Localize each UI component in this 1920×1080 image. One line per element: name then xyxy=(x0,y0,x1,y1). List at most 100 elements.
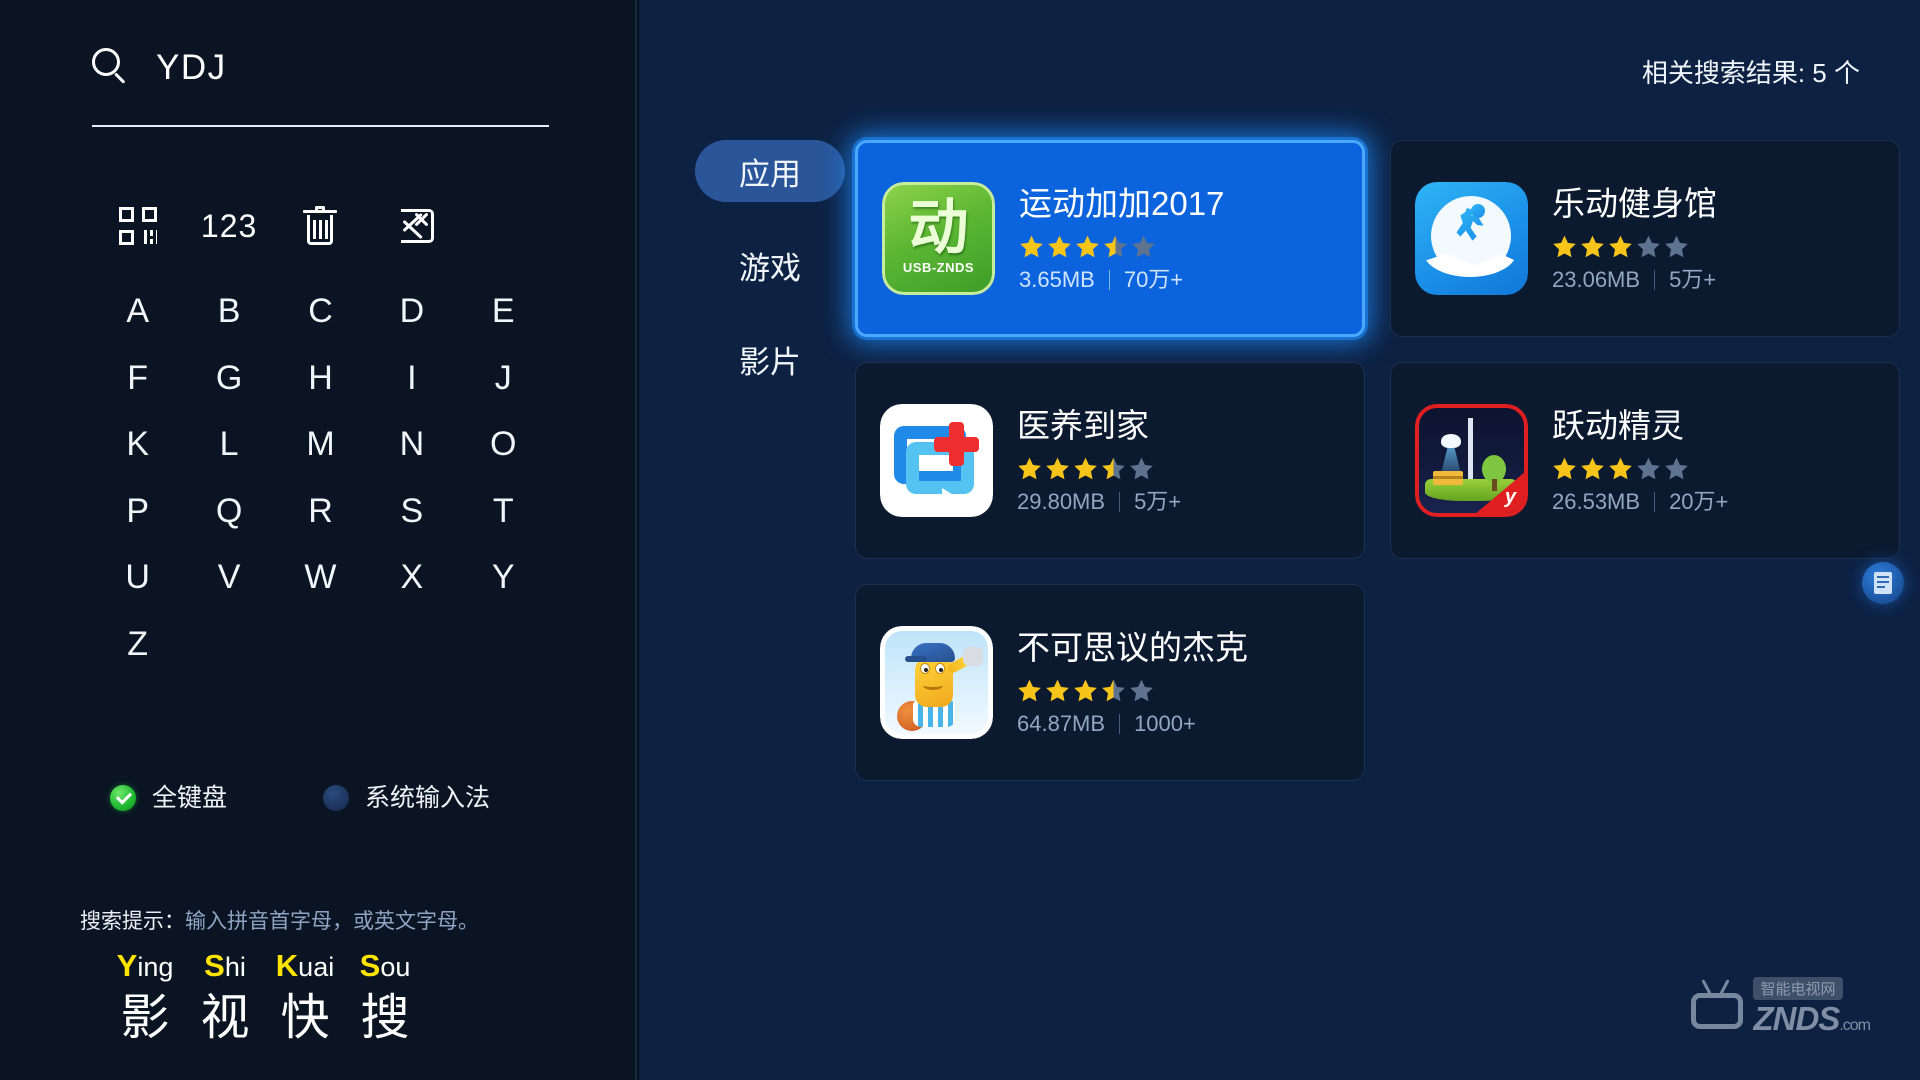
qr-keyboard-button[interactable] xyxy=(92,198,183,254)
key-b[interactable]: B xyxy=(183,278,274,345)
app-rating-stars xyxy=(1017,456,1340,481)
key-f[interactable]: F xyxy=(92,345,183,412)
search-hint-label: 搜索提示： xyxy=(80,910,185,933)
star-empty xyxy=(1664,234,1689,259)
key-q[interactable]: Q xyxy=(183,478,274,545)
key-a[interactable]: A xyxy=(92,278,183,345)
input-mode-full-keyboard[interactable]: 全键盘 xyxy=(110,785,227,811)
radio-selected-icon xyxy=(110,785,136,811)
key-j[interactable]: J xyxy=(458,345,549,412)
backspace-button[interactable] xyxy=(366,198,457,254)
brand-pinyin-rest: uai xyxy=(298,952,335,982)
key-z[interactable]: Z xyxy=(92,611,183,678)
app-card[interactable]: 乐动健身馆 23.06MB 5万+ xyxy=(1390,140,1900,337)
app-card[interactable]: 不可思议的杰克 64.87MB 1000+ xyxy=(855,584,1365,781)
key-c[interactable]: C xyxy=(275,278,366,345)
input-mode-label: 全键盘 xyxy=(152,783,228,812)
key-r[interactable]: R xyxy=(275,478,366,545)
category-tab-0[interactable]: 应用 xyxy=(695,140,845,202)
brand-pinyin-initial: S xyxy=(359,948,381,983)
app-name: 跃动精灵 xyxy=(1552,407,1684,445)
key-g[interactable]: G xyxy=(183,345,274,412)
key-d[interactable]: D xyxy=(366,278,457,345)
key-x[interactable]: X xyxy=(366,544,457,611)
app-size: 23.06MB xyxy=(1552,266,1641,292)
input-mode-system-ime[interactable]: 系统输入法 xyxy=(323,785,490,811)
star-full xyxy=(1608,456,1633,481)
star-full xyxy=(1608,234,1633,259)
result-count-label: 相关搜索结果: 5 个 xyxy=(1641,58,1860,88)
app-downloads: 1000+ xyxy=(1134,710,1196,736)
star-empty xyxy=(1636,234,1661,259)
app-meta: 26.53MB 20万+ xyxy=(1552,488,1875,514)
key-p[interactable]: P xyxy=(92,478,183,545)
app-size: 64.87MB xyxy=(1017,710,1106,736)
brand-pinyin-syllable: Kuai xyxy=(265,950,345,981)
icon-glyph: 动 xyxy=(908,194,969,261)
category-tabs: 应用 游戏 影片 xyxy=(695,140,845,422)
app-name: 乐动健身馆 xyxy=(1552,185,1717,223)
key-n[interactable]: N xyxy=(366,411,457,478)
key-h[interactable]: H xyxy=(275,345,366,412)
input-mode-options: 全键盘 系统输入法 xyxy=(110,785,490,811)
results-panel: 相关搜索结果: 5 个 应用游戏影片 动 USB-ZNDS 运动加加2017 3.65… xyxy=(639,0,1920,1080)
key-k[interactable]: K xyxy=(92,411,183,478)
app-rating-stars xyxy=(1019,234,1338,259)
meta-separator xyxy=(1654,491,1656,512)
app-size: 3.65MB xyxy=(1019,266,1095,292)
znds-watermark: 智能电视网 ZNDS.com xyxy=(1691,977,1871,1037)
app-icon-yuedong-jingling: y xyxy=(1415,404,1528,517)
category-tab-2[interactable]: 影片 xyxy=(695,328,845,390)
search-field[interactable]: YDJ xyxy=(92,48,227,86)
brand-chinese-char: 视 xyxy=(200,991,250,1045)
brand-pinyin-syllable: Ying xyxy=(105,950,185,981)
star-empty xyxy=(1129,678,1154,703)
document-badge-button[interactable] xyxy=(1862,562,1904,604)
key-e[interactable]: E xyxy=(458,278,549,345)
app-size: 26.53MB xyxy=(1552,488,1641,514)
app-meta: 64.87MB 1000+ xyxy=(1017,710,1340,736)
key-o[interactable]: O xyxy=(458,411,549,478)
brand-pinyin-initial: Y xyxy=(116,948,138,983)
search-hint: 搜索提示： 输入拼音首字母，或英文字母。 xyxy=(80,905,479,935)
search-input[interactable]: YDJ xyxy=(156,50,227,85)
star-full xyxy=(1073,678,1098,703)
brand-chinese-char: 搜 xyxy=(360,991,410,1045)
app-card-info: 运动加加2017 3.65MB 70万+ xyxy=(1019,186,1338,292)
key-s[interactable]: S xyxy=(366,478,457,545)
brand-chinese-char: 影 xyxy=(120,991,170,1045)
search-icon xyxy=(92,48,130,86)
meta-separator xyxy=(1119,713,1121,734)
star-full xyxy=(1552,456,1577,481)
key-m[interactable]: M xyxy=(275,411,366,478)
star-full xyxy=(1017,456,1042,481)
key-t[interactable]: T xyxy=(458,478,549,545)
app-card[interactable]: 动 USB-ZNDS 运动加加2017 3.65MB 70万+ xyxy=(855,140,1365,337)
numeric-mode-button[interactable]: 123 xyxy=(183,198,274,254)
app-card[interactable]: 医养到家 29.80MB 5万+ xyxy=(855,362,1365,559)
key-y[interactable]: Y xyxy=(458,544,549,611)
key-w[interactable]: W xyxy=(275,544,366,611)
key-v[interactable]: V xyxy=(183,544,274,611)
app-card-info: 医养到家 29.80MB 5万+ xyxy=(1017,408,1340,513)
app-card-info: 跃动精灵 26.53MB 20万+ xyxy=(1552,407,1875,514)
brand-pinyin-initial: K xyxy=(275,948,299,983)
star-full xyxy=(1552,234,1577,259)
star-half xyxy=(1101,456,1126,481)
star-empty xyxy=(1129,456,1154,481)
radio-unselected-icon xyxy=(323,785,350,811)
app-rating-stars xyxy=(1552,456,1875,481)
key-i[interactable]: I xyxy=(366,345,457,412)
app-name: 不可思议的杰克 xyxy=(1017,629,1248,667)
key-u[interactable]: U xyxy=(92,544,183,611)
clear-all-button[interactable] xyxy=(275,198,366,254)
backspace-icon xyxy=(390,209,434,243)
trash-icon xyxy=(303,206,338,246)
key-l[interactable]: L xyxy=(183,411,274,478)
input-mode-label: 系统输入法 xyxy=(365,783,491,812)
category-tab-1[interactable]: 游戏 xyxy=(695,234,845,296)
star-half xyxy=(1103,234,1128,259)
watermark-text: ZNDS.com xyxy=(1753,1000,1871,1037)
app-card[interactable]: y 跃动精灵 26.53MB 20万+ xyxy=(1390,362,1900,559)
star-full xyxy=(1580,456,1605,481)
